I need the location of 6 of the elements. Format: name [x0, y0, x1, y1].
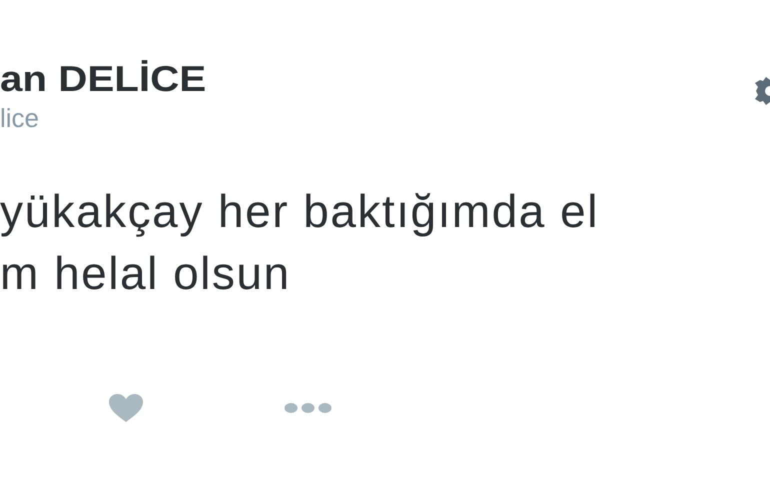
more-icon[interactable] [284, 402, 332, 414]
author-name[interactable]: an DELİCE [0, 58, 206, 100]
tweet-text: m helal olsun [0, 246, 291, 301]
tweet-text: yükakçay her baktığımda el [0, 184, 599, 239]
heart-icon[interactable] [108, 394, 144, 422]
settings-icon[interactable] [752, 74, 770, 108]
